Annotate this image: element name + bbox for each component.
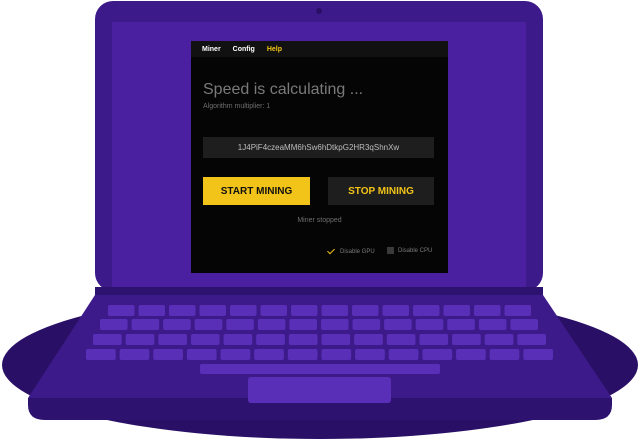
keyboard-key	[504, 305, 531, 316]
keyboard-key	[321, 319, 349, 330]
keyboard-key	[321, 334, 351, 345]
keyboard-key	[86, 349, 116, 360]
keyboard-key	[517, 334, 546, 345]
miner-status-text: Miner stopped	[297, 217, 342, 224]
keyboard-key	[413, 305, 440, 316]
menu-miner[interactable]: Miner	[202, 46, 221, 53]
keyboard-key	[352, 319, 381, 330]
keyboard-key	[510, 319, 538, 330]
disable-cpu-label: Disable CPU	[398, 247, 433, 254]
menu-help[interactable]: Help	[267, 46, 282, 53]
keyboard-key	[289, 319, 317, 330]
keyboard-key	[291, 305, 318, 316]
keyboard-key	[220, 349, 251, 360]
keyboard-key	[186, 349, 217, 360]
keyboard-key	[93, 334, 122, 345]
keyboard-key	[199, 305, 226, 316]
menu-config[interactable]: Config	[233, 46, 255, 53]
algorithm-multiplier: Algorithm multiplier: 1	[203, 103, 271, 110]
start-mining-button[interactable]: START MINING	[203, 177, 310, 205]
keyboard-key	[230, 305, 257, 316]
keyboard-key	[478, 319, 507, 330]
keyboard-key	[419, 334, 449, 345]
keyboard-key	[190, 334, 220, 345]
checkmark-icon[interactable]	[327, 247, 336, 256]
laptop-hinge	[95, 287, 543, 295]
disable-gpu-option[interactable]: Disable GPU	[327, 247, 375, 256]
trackpad	[248, 377, 391, 403]
keyboard-key	[288, 334, 318, 345]
keyboard-key	[422, 349, 453, 360]
keyboard-key	[415, 319, 444, 330]
keyboard-key	[489, 349, 520, 360]
keyboard-key	[119, 349, 150, 360]
speed-status-title: Speed is calculating ...	[203, 81, 364, 98]
keyboard-key	[484, 334, 514, 345]
keyboard-key	[254, 349, 284, 360]
keyboard-key	[257, 319, 286, 330]
webcam-icon	[316, 8, 322, 14]
menu-bar: Miner Config Help	[191, 41, 448, 57]
keyboard-key	[108, 305, 135, 316]
disable-cpu-option[interactable]: Disable CPU	[387, 247, 432, 254]
keyboard-key	[388, 349, 419, 360]
wallet-address-field[interactable]	[203, 137, 434, 158]
keyboard-key	[223, 334, 253, 345]
keyboard-key	[352, 305, 379, 316]
keyboard-key	[386, 334, 416, 345]
keyboard-key	[131, 319, 160, 330]
keyboard-key	[100, 319, 128, 330]
keyboard-key	[138, 305, 165, 316]
keyboard-key	[287, 349, 318, 360]
keyboard-key	[125, 334, 155, 345]
keyboard-key	[447, 319, 475, 330]
disable-gpu-label: Disable GPU	[340, 248, 375, 255]
keyboard-key	[256, 334, 285, 345]
keyboard-key	[153, 349, 183, 360]
keyboard-key	[321, 305, 348, 316]
keyboard-key	[456, 349, 486, 360]
keyboard-key	[443, 305, 470, 316]
checkbox-icon[interactable]	[387, 247, 394, 254]
keyboard-key	[158, 334, 187, 345]
spacebar-key	[200, 364, 440, 374]
keyboard-key	[523, 349, 553, 360]
keyboard-key	[452, 334, 481, 345]
keyboard-key	[354, 334, 383, 345]
keyboard-key	[384, 319, 412, 330]
keyboard-key	[163, 319, 191, 330]
keyboard-key	[355, 349, 385, 360]
stop-mining-button[interactable]: STOP MINING	[328, 177, 434, 205]
keyboard-key	[194, 319, 223, 330]
keyboard-key	[321, 349, 352, 360]
keyboard-key	[474, 305, 501, 316]
keyboard-key	[226, 319, 254, 330]
keyboard-key	[260, 305, 287, 316]
keyboard-key	[169, 305, 196, 316]
miner-app-window: Miner Config Help Speed is calculating .…	[191, 41, 448, 273]
keyboard-key	[382, 305, 409, 316]
